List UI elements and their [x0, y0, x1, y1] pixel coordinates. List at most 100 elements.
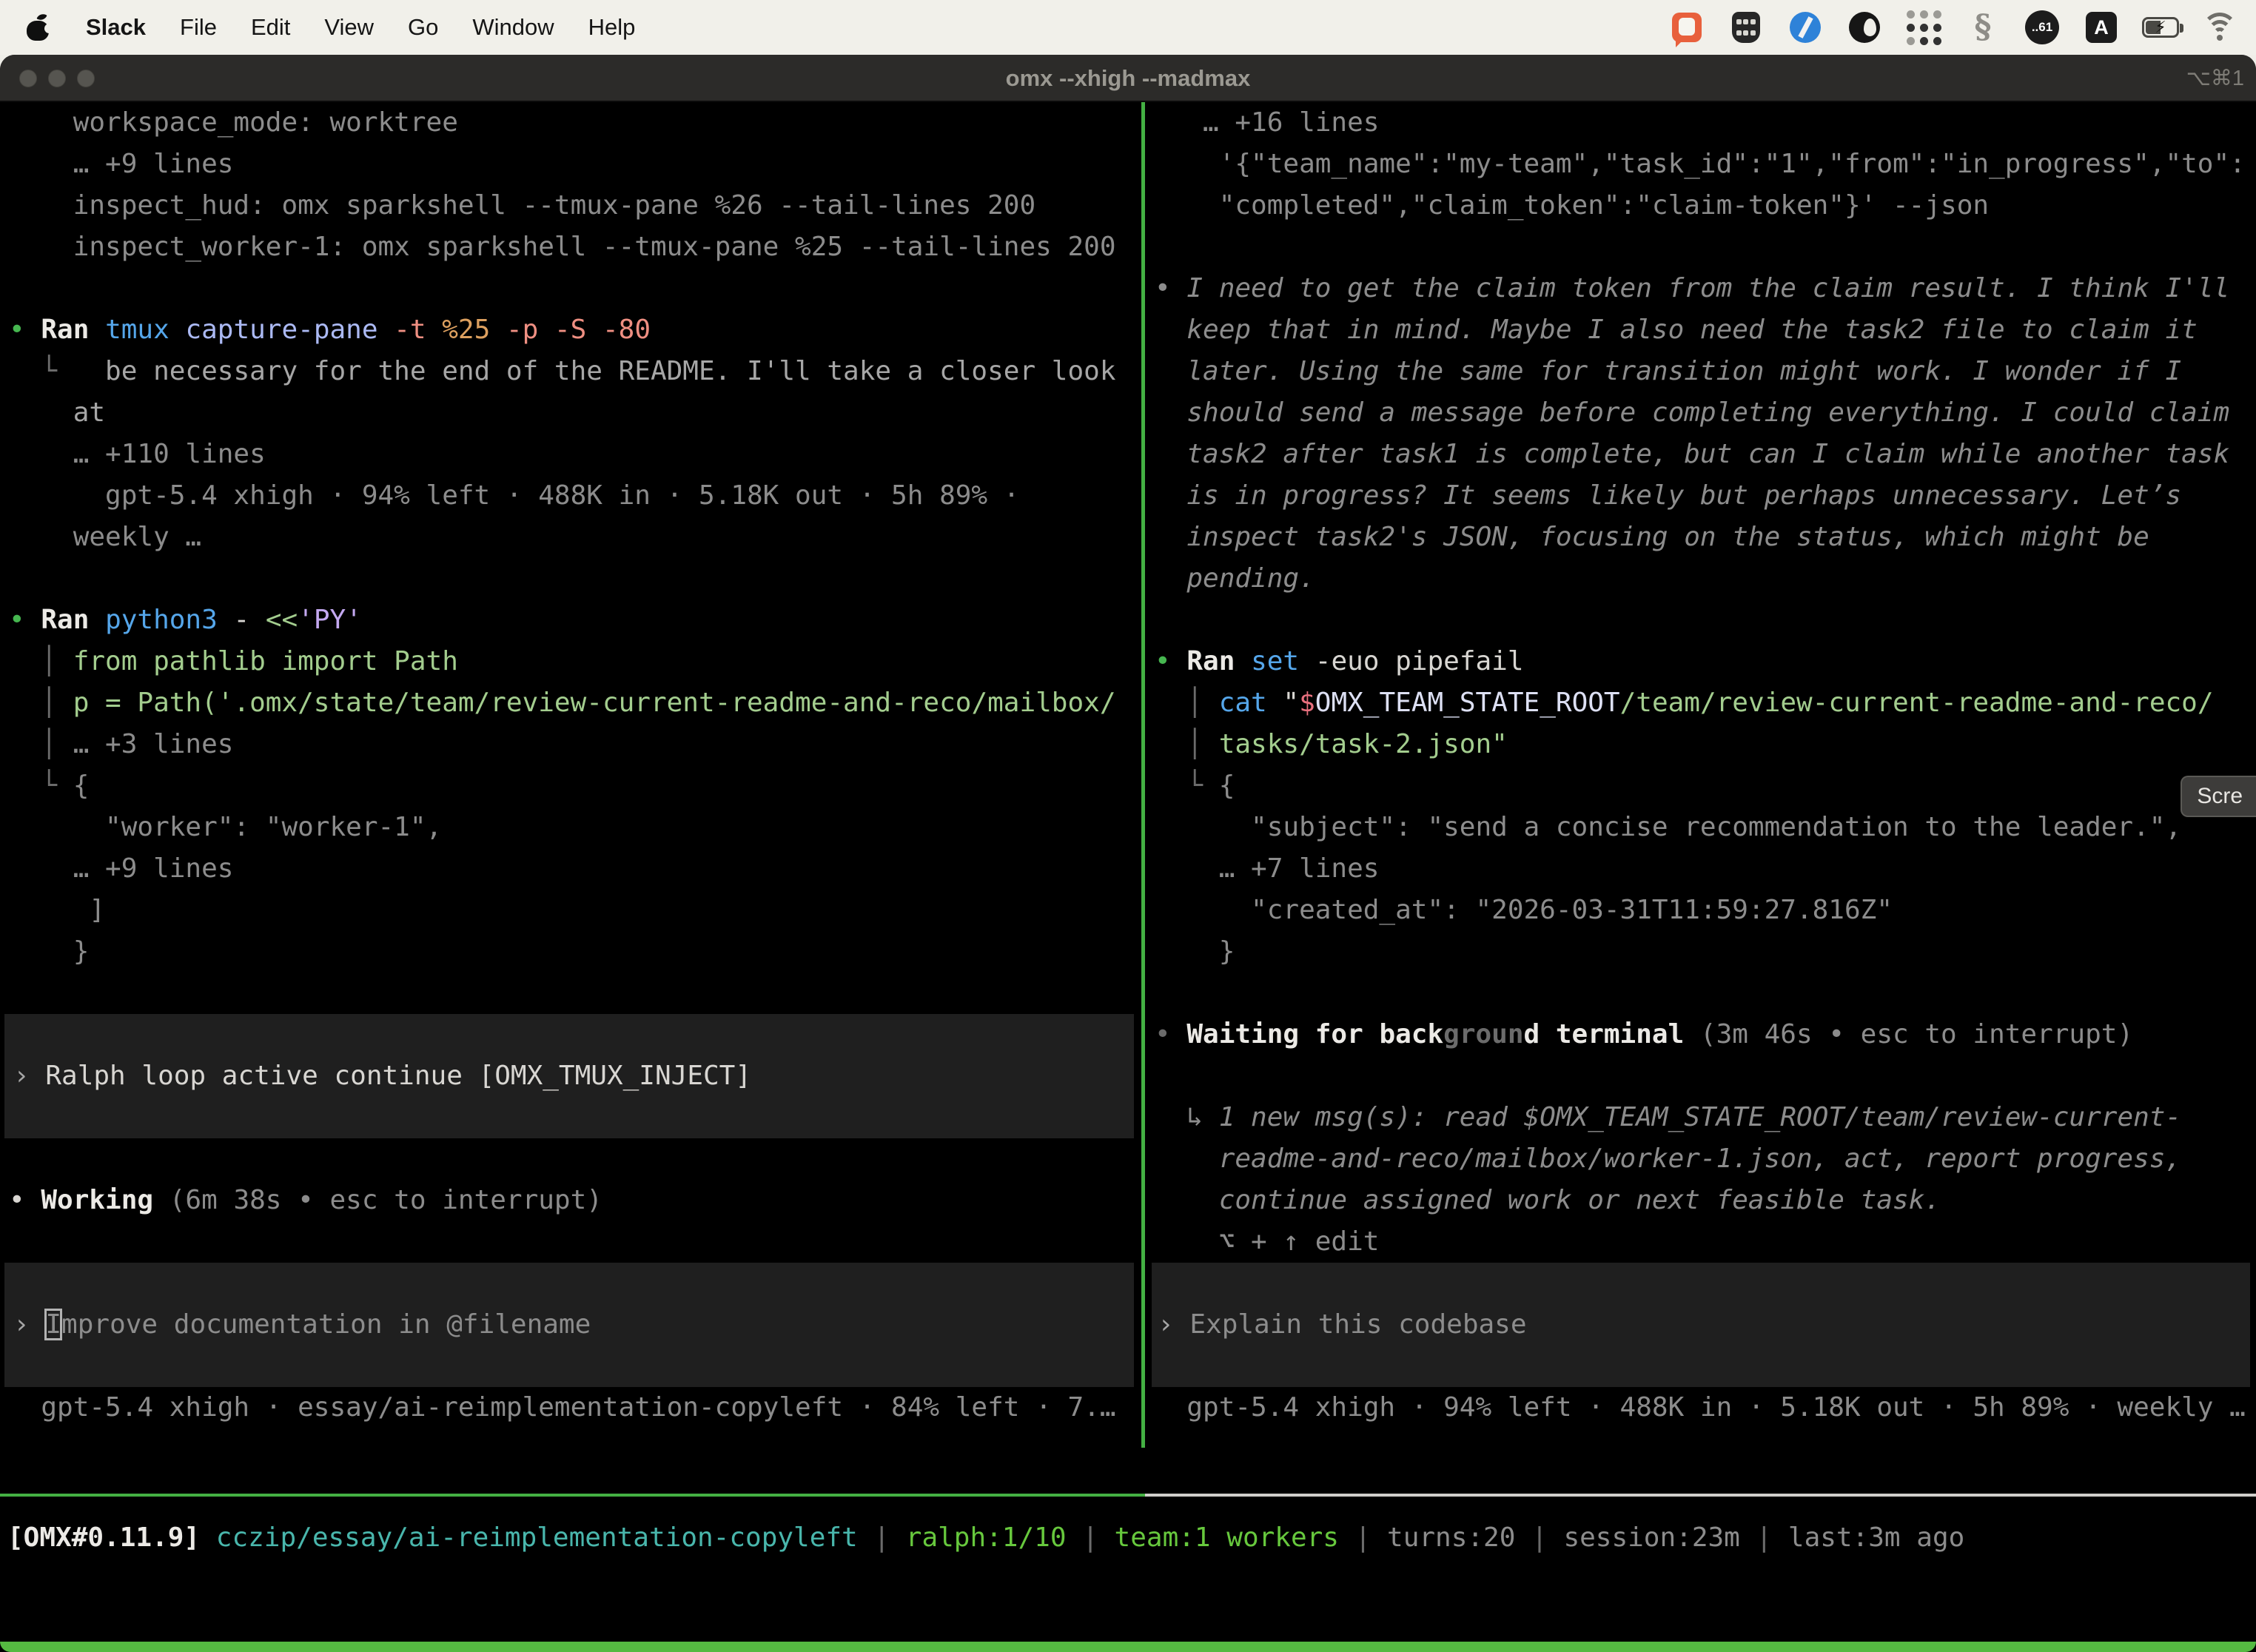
- status-icons: § ..61 A ⚡: [1668, 9, 2238, 46]
- text-segment: keep that in mind. Maybe I also need the…: [1155, 315, 2198, 345]
- terminal-line: should send a message before completing …: [1149, 392, 2256, 434]
- terminal-line: ↳ 1 new msg(s): read $OMX_TEAM_STATE_ROO…: [1149, 1097, 2256, 1138]
- grid-shield-icon[interactable]: [1728, 9, 1765, 46]
- text-segment: •: [9, 1185, 41, 1215]
- menu-item-edit[interactable]: Edit: [251, 14, 290, 41]
- terminal-line: • Ran tmux capture-pane -t %25 -p -S -80: [0, 309, 1141, 351]
- terminal-line: … +9 lines: [0, 848, 1141, 890]
- text-segment: tasks/task-2.json": [1219, 729, 1508, 759]
- text-segment: Ran: [41, 605, 105, 635]
- chat-app-icon[interactable]: [1668, 9, 1705, 46]
- terminal-line: workspace_mode: worktree: [0, 102, 1141, 144]
- blue-badge-icon[interactable]: [1787, 9, 1824, 46]
- text-segment: … +9 lines: [9, 853, 233, 884]
- text-segment: capture-pane: [185, 315, 394, 345]
- text-segment: continue assigned work or next feasible …: [1155, 1185, 1941, 1215]
- text-segment: }: [1155, 936, 1235, 967]
- terminal-content: workspace_mode: worktree … +9 lines insp…: [0, 102, 2256, 1652]
- battery-icon[interactable]: ⚡: [2142, 9, 2179, 46]
- terminal-line: │ tasks/task-2.json": [1149, 724, 2256, 765]
- text-segment: |: [858, 1522, 906, 1553]
- text-segment: tmux: [105, 315, 185, 345]
- input-line: › Explain this codebase: [1152, 1304, 2250, 1346]
- menu-bar: Slack File Edit View Go Window Help § ..61 A ⚡: [0, 0, 2256, 55]
- terminal-line: task2 after task1 is complete, but can I…: [1149, 434, 2256, 475]
- text-segment: last:3m ago: [1788, 1522, 1964, 1553]
- menu-item-slack[interactable]: Slack: [86, 14, 146, 41]
- prompt-input-left[interactable]: › Improve documentation in @filename: [4, 1263, 1134, 1387]
- text-segment: (6m 38s • esc to interrupt): [169, 1185, 602, 1215]
- text-segment: inspect_hud: omx sparkshell --tmux-pane …: [9, 190, 1035, 221]
- text-segment: '{"team_name":"my-team","task_id":"1","f…: [1155, 149, 2246, 179]
- menu-item-help[interactable]: Help: [588, 14, 636, 41]
- wifi-icon[interactable]: [2201, 9, 2238, 46]
- text-segment: |: [1740, 1522, 1788, 1553]
- text-segment: │: [1155, 688, 1219, 718]
- menu-item-go[interactable]: Go: [408, 14, 438, 41]
- text-segment: {: [73, 770, 90, 801]
- prompt-input-right[interactable]: › Explain this codebase: [1152, 1263, 2250, 1387]
- ralph-loop-banner[interactable]: › Ralph loop active continue [OMX_TMUX_I…: [4, 1014, 1134, 1138]
- terminal-line: keep that in mind. Maybe I also need the…: [1149, 309, 2256, 351]
- text-segment: python3: [105, 605, 233, 635]
- terminal-line: [0, 1221, 1141, 1263]
- text-segment: should send a message before completing …: [1155, 397, 2229, 428]
- left-pane-status-line: gpt-5.4 xhigh · essay/ai-reimplementatio…: [0, 1387, 1141, 1428]
- terminal-line: }: [0, 931, 1141, 973]
- terminal-line: │ cat "$OMX_TEAM_STATE_ROOT/team/review-…: [1149, 682, 2256, 724]
- text-segment: •: [1155, 273, 1186, 303]
- terminal-line: "created_at": "2026-03-31T11:59:27.816Z": [1149, 890, 2256, 931]
- s-curve-icon[interactable]: §: [1964, 9, 2001, 46]
- terminal-line: └ {: [1149, 765, 2256, 807]
- dots-grid-icon[interactable]: [1905, 9, 1942, 46]
- text-segment: -p: [506, 315, 554, 345]
- text-segment: d terminal: [1524, 1019, 1700, 1050]
- text-segment: -S: [554, 315, 602, 345]
- pane-border-left: [0, 1494, 1145, 1497]
- battery-percent-icon[interactable]: ..61: [2024, 9, 2061, 46]
- text-segment: ›: [1158, 1309, 1189, 1340]
- text-segment: └: [1155, 770, 1219, 801]
- menu-item-file[interactable]: File: [180, 14, 217, 41]
- text-segment: │: [9, 646, 73, 676]
- text-segment: I need to get the claim token from the c…: [1186, 273, 2229, 303]
- terminal-line: inspect_worker-1: omx sparkshell --tmux-…: [0, 226, 1141, 268]
- text-segment: -80: [602, 315, 651, 345]
- menu-item-window[interactable]: Window: [472, 14, 554, 41]
- terminal-line: • Ran set -euo pipefail: [1149, 641, 2256, 682]
- text-segment: … +16 lines: [1155, 107, 1379, 138]
- text-segment: session:23m: [1563, 1522, 1739, 1553]
- terminal-line: pending.: [1149, 558, 2256, 600]
- text-segment: from pathlib import Path: [73, 646, 458, 676]
- crescent-app-icon[interactable]: [1846, 9, 1883, 46]
- text-segment: (3m 46s • esc to interrupt): [1700, 1019, 2133, 1050]
- terminal-line: │ from pathlib import Path: [0, 641, 1141, 682]
- text-segment: Working: [41, 1185, 169, 1215]
- text-segment: gpt-5.4 xhigh · 94% left · 488K in · 5.1…: [9, 480, 1019, 511]
- apple-menu-icon[interactable]: [27, 14, 49, 41]
- terminal-line: [0, 1138, 1141, 1180]
- text-segment: gpt-5.4 xhigh · essay/ai-reimplementatio…: [9, 1392, 1116, 1423]
- text-segment: ↳: [1155, 1102, 1219, 1132]
- terminal-line: • I need to get the claim token from the…: [1149, 268, 2256, 309]
- text-segment: mprove documentation in @filename: [61, 1309, 591, 1340]
- text-segment: |: [1339, 1522, 1387, 1553]
- pane-divider[interactable]: [1141, 102, 1145, 1448]
- screen-notification-tooltip[interactable]: Scre: [2181, 776, 2256, 817]
- text-segment: └: [9, 770, 73, 801]
- omx-status-line: [OMX#0.11.9] cczip/essay/ai-reimplementa…: [0, 1517, 2256, 1559]
- text-segment: "subject": "send a concise recommendatio…: [1155, 812, 2181, 842]
- text-segment: ⌥ + ↑ edit: [1155, 1226, 1379, 1257]
- text-segment: -t: [394, 315, 442, 345]
- text-segment: groun: [1443, 1019, 1523, 1050]
- terminal-line: • Waiting for background terminal (3m 46…: [1149, 1014, 2256, 1055]
- omx-hud-text: [OMX#0.11.9] cczip/essay/ai-reimplementa…: [0, 1517, 2256, 1559]
- terminal-line: … +9 lines: [0, 144, 1141, 185]
- menu-item-view[interactable]: View: [324, 14, 374, 41]
- text-segment: gpt-5.4 xhigh · 94% left · 488K in · 5.1…: [1155, 1392, 2246, 1423]
- text-segment: p = Path('.omx/state/team/review-current…: [73, 688, 1116, 718]
- keyboard-layout-icon[interactable]: A: [2083, 9, 2120, 46]
- text-segment: │: [9, 729, 73, 759]
- terminal-line: continue assigned work or next feasible …: [1149, 1180, 2256, 1221]
- terminal-line: [0, 558, 1141, 600]
